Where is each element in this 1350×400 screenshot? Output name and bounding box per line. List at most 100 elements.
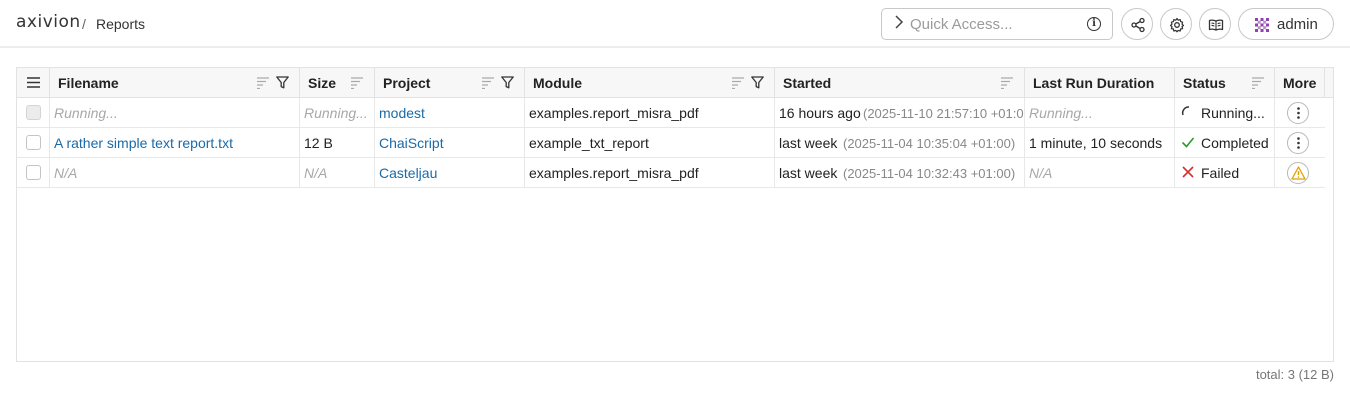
duration-cell: N/A: [1025, 158, 1175, 188]
quick-access-input[interactable]: [910, 14, 1080, 34]
header-project[interactable]: Project: [375, 68, 525, 98]
header-started[interactable]: Started: [775, 68, 1025, 98]
duration-text: 1 minute, 10 seconds: [1029, 135, 1163, 151]
module-text: examples.report_misra_pdf: [529, 105, 699, 121]
header-module[interactable]: Module: [525, 68, 775, 98]
table-row[interactable]: Running... Running... modest examples.re…: [17, 98, 1325, 128]
quick-access-box[interactable]: i: [881, 8, 1113, 40]
started-date: (2025-11-04 10:35:04 +01:00): [843, 136, 1016, 151]
size-text: 12 B: [304, 135, 333, 151]
sort-icon[interactable]: [351, 77, 364, 89]
header-size[interactable]: Size: [300, 68, 375, 98]
filename-cell: A rather simple text report.txt: [50, 128, 300, 158]
table-row[interactable]: N/A N/A Casteljau examples.report_misra_…: [17, 158, 1325, 188]
project-link[interactable]: ChaiScript: [379, 135, 444, 151]
project-cell: Casteljau: [375, 158, 525, 188]
share-icon: [1131, 17, 1145, 33]
header-more: More: [1275, 68, 1325, 98]
kebab-menu-icon: [1297, 137, 1300, 149]
header-filename[interactable]: Filename: [50, 68, 300, 98]
filename-cell: Running...: [50, 98, 300, 128]
project-cell: ChaiScript: [375, 128, 525, 158]
header-project-label: Project: [383, 75, 431, 91]
header-more-label: More: [1283, 75, 1317, 91]
breadcrumb-separator: /: [82, 16, 86, 32]
table-header: Filename Size Project Module Started Las…: [17, 68, 1333, 98]
warning-icon: [1291, 166, 1306, 180]
header-status[interactable]: Status: [1175, 68, 1275, 98]
duration-cell: 1 minute, 10 seconds: [1025, 128, 1175, 158]
status-cell: Running...: [1175, 98, 1275, 128]
duration-cell: Running...: [1025, 98, 1175, 128]
row-select-cell: [17, 98, 50, 128]
started-relative: last week: [779, 135, 838, 151]
duration-text: N/A: [1029, 165, 1053, 181]
more-cell: [1275, 128, 1325, 158]
started-cell: last week (2025-11-04 10:32:43 +01:00): [775, 158, 1025, 188]
project-link[interactable]: Casteljau: [379, 165, 437, 181]
project-link[interactable]: modest: [379, 105, 425, 121]
duration-text: Running...: [1029, 105, 1093, 121]
size-cell: N/A: [300, 158, 375, 188]
axivion-logo[interactable]: axivion: [16, 12, 81, 32]
size-cell: 12 B: [300, 128, 375, 158]
sort-icon[interactable]: [1252, 77, 1265, 89]
filter-icon[interactable]: [751, 76, 764, 89]
module-text: example_txt_report: [529, 135, 649, 151]
more-actions-button[interactable]: [1287, 132, 1309, 154]
module-cell: example_txt_report: [525, 128, 775, 158]
more-cell: [1275, 158, 1325, 188]
header-status-label: Status: [1183, 75, 1226, 91]
more-actions-button[interactable]: [1287, 102, 1309, 124]
status-cell: Failed: [1175, 158, 1275, 188]
chevron-right-icon: [894, 15, 904, 32]
info-icon[interactable]: i: [1087, 17, 1101, 31]
size-text: Running...: [304, 105, 368, 121]
kebab-menu-icon: [1297, 107, 1300, 119]
book-icon: [1208, 19, 1224, 31]
row-checkbox[interactable]: [26, 105, 41, 120]
breadcrumb-reports: Reports: [96, 16, 146, 32]
module-text: examples.report_misra_pdf: [529, 165, 699, 181]
sort-icon[interactable]: [257, 77, 270, 89]
user-menu-button[interactable]: admin: [1238, 8, 1334, 40]
header-duration-label: Last Run Duration: [1033, 75, 1155, 91]
started-relative: last week: [779, 165, 838, 181]
warning-button[interactable]: [1287, 162, 1309, 184]
row-checkbox[interactable]: [26, 135, 41, 150]
module-cell: examples.report_misra_pdf: [525, 98, 775, 128]
sort-icon[interactable]: [482, 77, 495, 89]
project-cell: modest: [375, 98, 525, 128]
hamburger-menu-icon[interactable]: [27, 77, 40, 88]
header-filename-label: Filename: [58, 75, 119, 91]
settings-button[interactable]: [1160, 8, 1192, 40]
documentation-button[interactable]: [1199, 8, 1231, 40]
checkmark-icon: [1181, 137, 1195, 148]
filename-cell: N/A: [50, 158, 300, 188]
row-checkbox[interactable]: [26, 165, 41, 180]
top-bar: axivion / Reports i: [0, 0, 1350, 48]
status-text: Completed: [1201, 135, 1269, 151]
filter-icon[interactable]: [501, 76, 514, 89]
spinner-icon: [1181, 106, 1190, 116]
started-date: (2025-11-10 21:57:10 +01:00): [863, 106, 1025, 121]
started-relative: 16 hours ago: [779, 105, 861, 121]
filter-icon[interactable]: [276, 76, 289, 89]
sort-icon[interactable]: [732, 77, 745, 89]
table-row[interactable]: A rather simple text report.txt 12 B Cha…: [17, 128, 1325, 158]
started-cell: last week (2025-11-04 10:35:04 +01:00): [775, 128, 1025, 158]
sort-icon[interactable]: [1001, 77, 1014, 89]
filename-text: Running...: [54, 105, 118, 121]
filename-link[interactable]: A rather simple text report.txt: [54, 135, 233, 151]
share-button[interactable]: [1121, 8, 1153, 40]
header-started-label: Started: [783, 75, 832, 91]
user-avatar-icon: [1255, 18, 1269, 32]
started-cell: 16 hours ago (2025-11-10 21:57:10 +01:00…: [775, 98, 1025, 128]
table-total: total: 3 (12 B): [1255, 367, 1334, 382]
row-select-cell: [17, 128, 50, 158]
header-module-label: Module: [533, 75, 582, 91]
column-menu-header[interactable]: [17, 68, 50, 98]
header-last-run-duration[interactable]: Last Run Duration: [1025, 68, 1175, 98]
status-cell: Completed: [1175, 128, 1275, 158]
size-text: N/A: [304, 165, 328, 181]
